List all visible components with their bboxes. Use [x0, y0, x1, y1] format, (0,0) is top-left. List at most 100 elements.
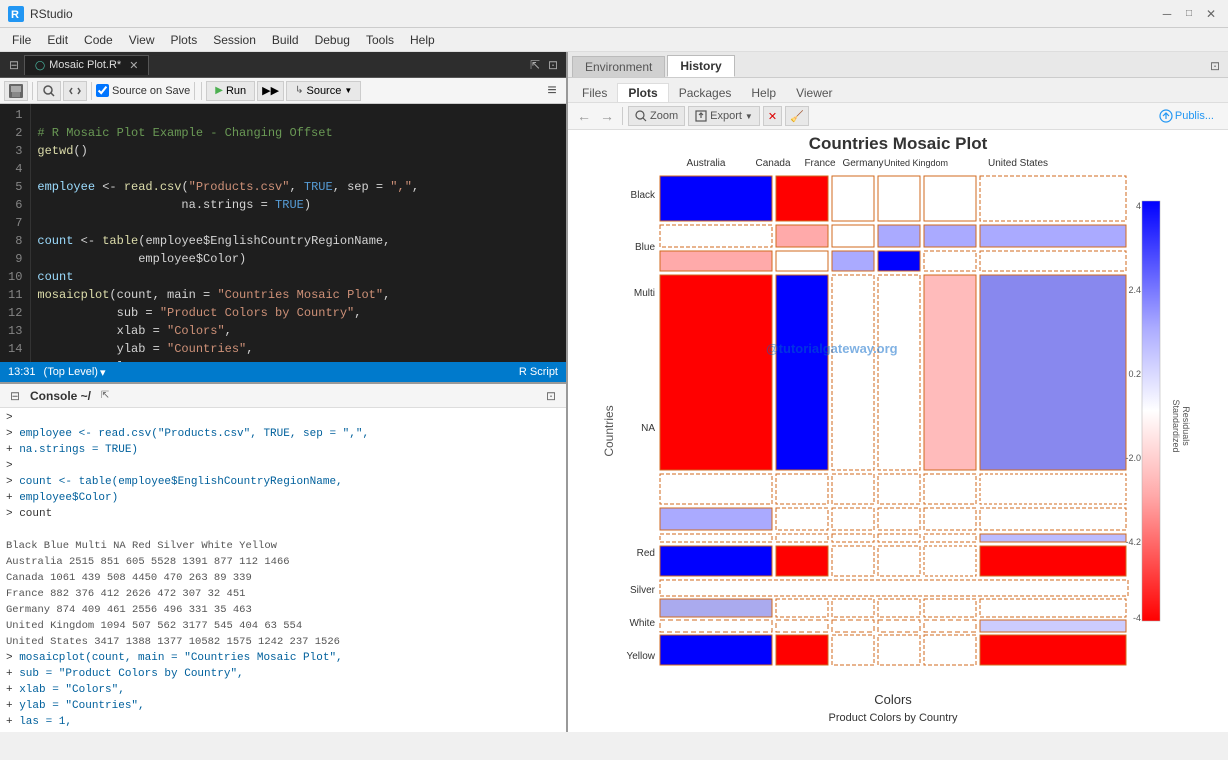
console-line: > [6, 410, 560, 426]
menu-file[interactable]: File [4, 31, 39, 49]
top-panel-maximize[interactable]: ⊡ [1206, 57, 1224, 75]
svg-text:United States: United States [988, 158, 1048, 169]
more-options-button[interactable]: ≡ [542, 81, 562, 101]
tab-packages[interactable]: Packages [669, 84, 742, 102]
zoom-label: Zoom [650, 110, 678, 122]
svg-text:France: France [804, 158, 836, 169]
run-all-button[interactable]: ▶▶ [257, 81, 284, 101]
cursor-position: 13:31 [8, 366, 36, 378]
broom-button[interactable]: 🧹 [785, 106, 809, 126]
console-line: > mosaicplot(count, main = "Countries Mo… [6, 650, 560, 666]
console-line: + ylab = "Countries", [6, 698, 560, 714]
tab-history[interactable]: History [667, 55, 734, 77]
minimize-button[interactable]: ─ [1158, 5, 1176, 23]
prev-plot-button[interactable]: ← [574, 106, 594, 126]
console-data-row: Australia 2515 851 605 5528 1391 877 112… [6, 554, 560, 570]
tab-help[interactable]: Help [741, 84, 786, 102]
svg-text:Countries Mosaic Plot: Countries Mosaic Plot [809, 134, 988, 153]
svg-text:Red: Red [637, 548, 655, 559]
code-tools-button[interactable] [63, 81, 87, 101]
maximize-button[interactable]: □ [1180, 5, 1198, 23]
svg-text:Residuals: Residuals [1181, 406, 1191, 446]
svg-text:United Kingdom: United Kingdom [884, 158, 948, 168]
delete-plot-button[interactable]: ✕ [763, 106, 782, 126]
editor-maximize-button[interactable]: ⇱ [526, 56, 544, 74]
tab-files[interactable]: Files [572, 84, 617, 102]
svg-text:Colors: Colors [874, 692, 912, 707]
zoom-button[interactable]: Zoom [628, 106, 685, 126]
svg-text:R: R [11, 9, 19, 21]
menu-view[interactable]: View [121, 31, 163, 49]
source-label: Source [306, 85, 341, 97]
menu-edit[interactable]: Edit [39, 31, 76, 49]
menu-tools[interactable]: Tools [358, 31, 402, 49]
menu-build[interactable]: Build [264, 31, 307, 49]
source-on-save-checkbox-label[interactable]: Source on Save [96, 84, 190, 97]
console-line: > count <- table(employee$EnglishCountry… [6, 474, 560, 490]
run-label: Run [226, 85, 246, 97]
source-on-save-checkbox[interactable] [96, 84, 109, 97]
console-line [6, 522, 560, 538]
window-controls[interactable]: ─ □ ✕ [1158, 5, 1220, 23]
source-button[interactable]: ↳ Source ▼ [286, 81, 361, 101]
plots-toolbar: ← → Zoom Export ▼ ✕ 🧹 Publis... [568, 103, 1228, 130]
publish-label: Publis... [1175, 110, 1214, 122]
console-line: + sub = "Product Colors by Country", [6, 666, 560, 682]
editor-fullscreen-button[interactable]: ⊡ [544, 56, 562, 74]
mosaic-plot-svg: Countries Mosaic Plot Countries Australi… [598, 130, 1198, 732]
toolbar-separator-2 [91, 82, 92, 100]
console-line: + employee$Color) [6, 490, 560, 506]
app-title: RStudio [30, 7, 1158, 21]
menu-plots[interactable]: Plots [163, 31, 206, 49]
console-line: + border = "chocolate", [6, 730, 560, 732]
code-content[interactable]: # R Mosaic Plot Example - Changing Offse… [31, 104, 566, 362]
app-icon: R [8, 6, 24, 22]
find-button[interactable] [37, 81, 61, 101]
editor-collapse-button[interactable]: ⊟ [4, 56, 24, 74]
console-line: > [6, 458, 560, 474]
console-line: + na.strings = TRUE) [6, 442, 560, 458]
svg-text:-4.2: -4.2 [1125, 537, 1141, 547]
editor-status-bar: 13:31 (Top Level) ▾ R Script [0, 362, 566, 382]
plot-area: @tutorialgateway.org Countries Mosaic Pl… [568, 130, 1228, 732]
console-header: ⊟ Console ~/ ⇱ ⊡ [0, 384, 566, 408]
svg-text:Silver: Silver [630, 585, 656, 596]
plots-tabs: Files Plots Packages Help Viewer [568, 78, 1228, 103]
console-dir-button[interactable]: ⇱ [97, 388, 113, 404]
run-button[interactable]: ▶ Run [206, 81, 255, 101]
svg-text:Australia: Australia [687, 158, 726, 169]
svg-text:Standardized: Standardized [1171, 399, 1181, 452]
console-maximize-button[interactable]: ⊡ [542, 387, 560, 405]
menu-bar: File Edit Code View Plots Session Build … [0, 28, 1228, 52]
menu-help[interactable]: Help [402, 31, 443, 49]
svg-text:2.4: 2.4 [1128, 285, 1141, 295]
svg-text:Germany: Germany [842, 158, 883, 169]
line-numbers: 12345 678910 1112131415 1617 [0, 104, 31, 362]
editor-tab-icon: ◯ [35, 60, 45, 71]
tab-plots[interactable]: Plots [617, 83, 668, 102]
editor-tab[interactable]: ◯ Mosaic Plot.R* ✕ [24, 55, 149, 75]
console-data-row: United States 3417 1388 1377 10582 1575 … [6, 634, 560, 650]
console-line: > employee <- read.csv("Products.csv", T… [6, 426, 560, 442]
svg-text:Product Colors by Country: Product Colors by Country [829, 712, 958, 724]
next-plot-button[interactable]: → [597, 106, 617, 126]
menu-debug[interactable]: Debug [307, 31, 358, 49]
close-button[interactable]: ✕ [1202, 5, 1220, 23]
save-button[interactable] [4, 81, 28, 101]
top-tabs: Environment History ⊡ [568, 52, 1228, 78]
svg-text:NA: NA [641, 423, 655, 434]
menu-session[interactable]: Session [205, 31, 264, 49]
menu-code[interactable]: Code [76, 31, 121, 49]
tab-environment[interactable]: Environment [572, 56, 665, 77]
console-collapse-button[interactable]: ⊟ [6, 387, 24, 405]
svg-text:-4: -4 [1133, 613, 1141, 623]
export-button[interactable]: Export ▼ [688, 106, 760, 126]
tab-viewer[interactable]: Viewer [786, 84, 842, 102]
editor-tab-label: Mosaic Plot.R* [49, 59, 121, 71]
console-data-row: United Kingdom 1094 507 562 3177 545 404… [6, 618, 560, 634]
console-line: > count [6, 506, 560, 522]
editor-tab-close[interactable]: ✕ [129, 59, 138, 72]
console-line: + xlab = "Colors", [6, 682, 560, 698]
publish-button[interactable]: Publis... [1151, 107, 1222, 125]
console-content[interactable]: > > employee <- read.csv("Products.csv",… [0, 408, 566, 732]
